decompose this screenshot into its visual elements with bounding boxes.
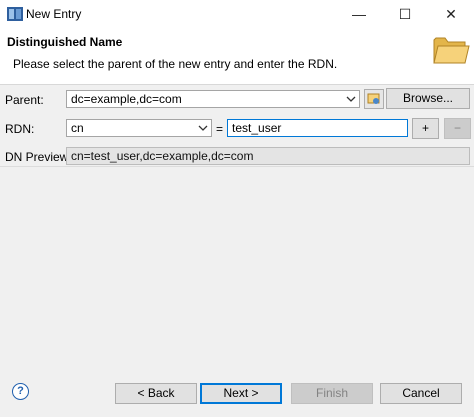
window-title: New Entry bbox=[26, 7, 82, 21]
parent-value: dc=example,dc=com bbox=[71, 92, 182, 106]
ldap-entry-icon bbox=[367, 93, 380, 104]
add-rdn-button[interactable]: + bbox=[412, 118, 439, 139]
rdn-value-input[interactable] bbox=[227, 119, 408, 137]
dn-preview-field: cn=test_user,dc=example,dc=com bbox=[66, 147, 470, 165]
page-title: Distinguished Name bbox=[7, 35, 123, 49]
page-description: Please select the parent of the new entr… bbox=[13, 57, 338, 71]
rdn-attribute-value: cn bbox=[71, 121, 84, 135]
divider bbox=[0, 166, 474, 167]
parent-label: Parent: bbox=[5, 93, 44, 107]
maximize-button[interactable]: ☐ bbox=[382, 0, 428, 28]
cancel-button[interactable]: Cancel bbox=[380, 383, 462, 404]
chevron-down-icon bbox=[346, 96, 356, 102]
rdn-label: RDN: bbox=[5, 122, 35, 136]
finish-button[interactable]: Finish bbox=[291, 383, 373, 404]
chevron-down-icon bbox=[198, 125, 208, 131]
minimize-button[interactable]: — bbox=[336, 0, 382, 28]
rdn-attribute-combo[interactable]: cn bbox=[66, 119, 212, 137]
dn-preview-value: cn=test_user,dc=example,dc=com bbox=[71, 149, 254, 163]
help-icon[interactable]: ? bbox=[12, 383, 29, 400]
parent-history-button[interactable] bbox=[364, 89, 384, 109]
app-icon bbox=[7, 7, 23, 21]
next-button[interactable]: Next > bbox=[200, 383, 282, 404]
close-button[interactable]: ✕ bbox=[428, 0, 474, 28]
wizard-header: Distinguished Name Please select the par… bbox=[0, 28, 474, 85]
back-button[interactable]: < Back bbox=[115, 383, 197, 404]
remove-rdn-button[interactable]: − bbox=[444, 118, 471, 139]
parent-combo[interactable]: dc=example,dc=com bbox=[66, 90, 360, 108]
dn-preview-label: DN Preview: bbox=[5, 150, 72, 164]
title-bar: New Entry — ☐ ✕ bbox=[0, 0, 474, 28]
equals-sign: = bbox=[216, 122, 224, 136]
folder-icon bbox=[433, 37, 470, 64]
browse-button[interactable]: Browse... bbox=[386, 88, 470, 109]
